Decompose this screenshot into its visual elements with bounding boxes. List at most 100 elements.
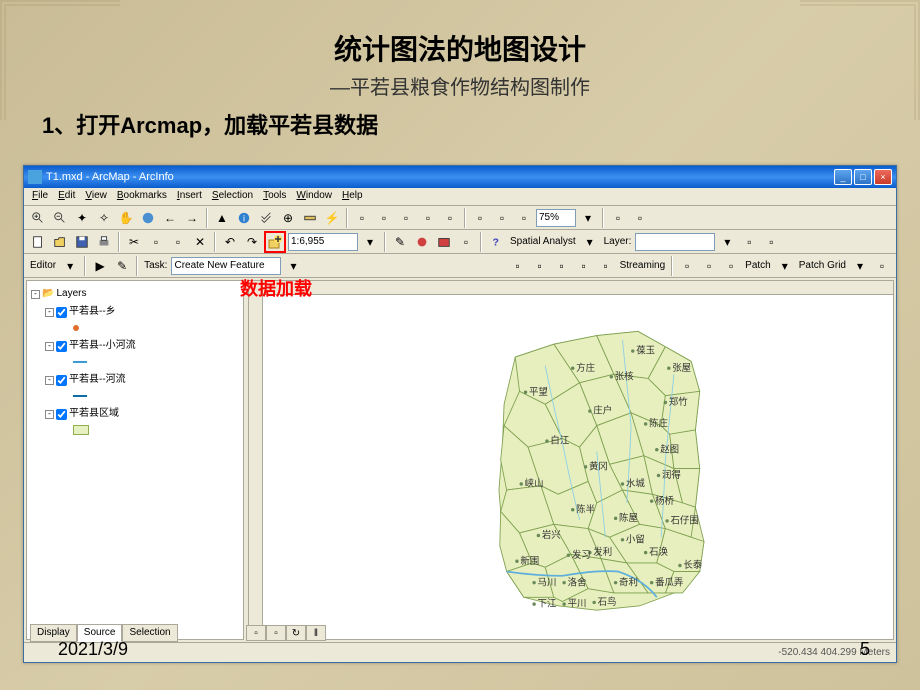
delete-icon[interactable]: ✕ bbox=[190, 232, 210, 252]
map-view[interactable]: 葆玉张屋方庄张核平望郑竹庄户陈庄白江赵图黄冈润得峡山水城杨桥陈半陈屋石仔围岩兴小… bbox=[248, 280, 894, 640]
tool-g-icon[interactable]: ▫ bbox=[492, 208, 512, 228]
tool-d-icon[interactable]: ▫ bbox=[418, 208, 438, 228]
cad-icon[interactable] bbox=[412, 232, 432, 252]
map-svg[interactable]: 葆玉张屋方庄张核平望郑竹庄户陈庄白江赵图黄冈润得峡山水城杨桥陈半陈屋石仔围岩兴小… bbox=[265, 297, 877, 623]
identify-icon[interactable]: i bbox=[234, 208, 254, 228]
save-icon[interactable] bbox=[72, 232, 92, 252]
tool-j-icon[interactable]: ▫ bbox=[608, 208, 628, 228]
scale-input[interactable] bbox=[288, 233, 358, 251]
toggle-icon[interactable]: - bbox=[45, 376, 54, 385]
ed-f-icon[interactable]: ▫ bbox=[677, 256, 697, 276]
toggle-icon[interactable]: - bbox=[45, 308, 54, 317]
patch-grid-dropdown-icon[interactable]: ▾ bbox=[850, 256, 870, 276]
toc-root[interactable]: - 📂 Layers bbox=[31, 285, 239, 303]
menu-file[interactable]: File bbox=[28, 190, 52, 203]
editor-tool-icon[interactable]: ✎ bbox=[390, 232, 410, 252]
toggle-icon[interactable]: - bbox=[45, 342, 54, 351]
pan-icon[interactable]: ✋ bbox=[116, 208, 136, 228]
toc-tab-selection[interactable]: Selection bbox=[122, 624, 177, 642]
patch-grid-label[interactable]: Patch Grid bbox=[799, 260, 846, 271]
menu-window[interactable]: Window bbox=[292, 190, 336, 203]
tool-b-icon[interactable]: ▫ bbox=[374, 208, 394, 228]
ed-c-icon[interactable]: ▫ bbox=[552, 256, 572, 276]
measure-icon[interactable] bbox=[300, 208, 320, 228]
menu-insert[interactable]: Insert bbox=[173, 190, 206, 203]
print-icon[interactable] bbox=[94, 232, 114, 252]
cmd-icon[interactable]: ▫ bbox=[456, 232, 476, 252]
layer-checkbox[interactable] bbox=[56, 409, 67, 420]
full-extent-icon[interactable] bbox=[138, 208, 158, 228]
paste-icon[interactable]: ▫ bbox=[168, 232, 188, 252]
toggle-icon[interactable]: - bbox=[45, 410, 54, 419]
menu-selection[interactable]: Selection bbox=[208, 190, 257, 203]
fixed-zoom-in-icon[interactable]: ✦ bbox=[72, 208, 92, 228]
data-view-tab[interactable]: ▫ bbox=[246, 625, 266, 641]
tool-i-icon[interactable]: ▾ bbox=[578, 208, 598, 228]
copy-icon[interactable]: ▫ bbox=[146, 232, 166, 252]
new-icon[interactable] bbox=[28, 232, 48, 252]
ed-e-icon[interactable]: ▫ bbox=[596, 256, 616, 276]
toolbox-icon[interactable] bbox=[434, 232, 454, 252]
fixed-zoom-out-icon[interactable]: ✧ bbox=[94, 208, 114, 228]
select-icon[interactable]: ▲ bbox=[212, 208, 232, 228]
patch-dropdown-icon[interactable]: ▾ bbox=[775, 256, 795, 276]
find-icon[interactable] bbox=[256, 208, 276, 228]
menu-tools[interactable]: Tools bbox=[259, 190, 290, 203]
layer-checkbox[interactable] bbox=[56, 375, 67, 386]
layer-checkbox[interactable] bbox=[56, 341, 67, 352]
open-icon[interactable] bbox=[50, 232, 70, 252]
goto-xy-icon[interactable]: ⊕ bbox=[278, 208, 298, 228]
refresh-icon[interactable]: ↻ bbox=[286, 625, 306, 641]
next-extent-icon[interactable]: → bbox=[182, 208, 202, 228]
menu-edit[interactable]: Edit bbox=[54, 190, 79, 203]
spatial-analyst-label[interactable]: Spatial Analyst bbox=[510, 236, 576, 247]
task-dropdown-icon[interactable]: ▾ bbox=[283, 256, 303, 276]
sa-tool-icon[interactable]: ▫ bbox=[739, 232, 759, 252]
layer-dropdown-icon[interactable]: ▾ bbox=[717, 232, 737, 252]
tool-e-icon[interactable]: ▫ bbox=[440, 208, 460, 228]
task-input[interactable] bbox=[171, 257, 281, 275]
tool-k-icon[interactable]: ▫ bbox=[630, 208, 650, 228]
tool-h-icon[interactable]: ▫ bbox=[514, 208, 534, 228]
layout-view-tab[interactable]: ▫ bbox=[266, 625, 286, 641]
final-icon[interactable]: ▫ bbox=[872, 256, 892, 276]
menu-help[interactable]: Help bbox=[338, 190, 367, 203]
redo-icon[interactable]: ↷ bbox=[242, 232, 262, 252]
sketch-icon[interactable]: ✎ bbox=[112, 256, 132, 276]
help-icon[interactable]: ? bbox=[486, 232, 506, 252]
tool-f-icon[interactable]: ▫ bbox=[470, 208, 490, 228]
close-button[interactable]: × bbox=[874, 169, 892, 185]
patch-label[interactable]: Patch bbox=[745, 260, 771, 271]
layer-item[interactable]: -平若县区域 bbox=[45, 405, 239, 423]
cut-icon[interactable]: ✂ bbox=[124, 232, 144, 252]
menu-view[interactable]: View bbox=[81, 190, 111, 203]
layer-item[interactable]: -平若县--河流 bbox=[45, 371, 239, 389]
maximize-button[interactable]: □ bbox=[854, 169, 872, 185]
ed-a-icon[interactable]: ▫ bbox=[508, 256, 528, 276]
minimize-button[interactable]: _ bbox=[834, 169, 852, 185]
pause-icon[interactable]: ‖ bbox=[306, 625, 326, 641]
zoom-in-icon[interactable] bbox=[28, 208, 48, 228]
hyperlink-icon[interactable]: ⚡ bbox=[322, 208, 342, 228]
layer-item[interactable]: -平若县--小河流 bbox=[45, 337, 239, 355]
ed-h-icon[interactable]: ▫ bbox=[721, 256, 741, 276]
zoom-out-icon[interactable] bbox=[50, 208, 70, 228]
toggle-icon[interactable]: - bbox=[31, 290, 40, 299]
tool-c-icon[interactable]: ▫ bbox=[396, 208, 416, 228]
menu-bookmarks[interactable]: Bookmarks bbox=[113, 190, 171, 203]
layer-item[interactable]: -平若县--乡 bbox=[45, 303, 239, 321]
edit-tool-icon[interactable]: ▶ bbox=[90, 256, 110, 276]
ed-b-icon[interactable]: ▫ bbox=[530, 256, 550, 276]
undo-icon[interactable]: ↶ bbox=[220, 232, 240, 252]
ed-d-icon[interactable]: ▫ bbox=[574, 256, 594, 276]
add-data-button[interactable] bbox=[264, 231, 286, 253]
layer-checkbox[interactable] bbox=[56, 307, 67, 318]
tool-a-icon[interactable]: ▫ bbox=[352, 208, 372, 228]
editor-dropdown-icon[interactable]: ▾ bbox=[60, 256, 80, 276]
percent-input[interactable] bbox=[536, 209, 576, 227]
scale-dropdown-icon[interactable]: ▾ bbox=[360, 232, 380, 252]
streaming-label[interactable]: Streaming bbox=[620, 260, 666, 271]
layer-input[interactable] bbox=[635, 233, 715, 251]
spatial-dropdown-icon[interactable]: ▾ bbox=[580, 232, 600, 252]
prev-extent-icon[interactable]: ← bbox=[160, 208, 180, 228]
